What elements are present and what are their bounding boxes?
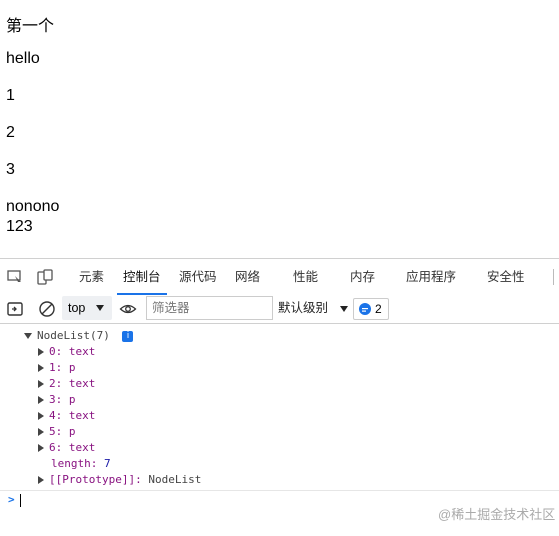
tab-application[interactable]: 应用程序 <box>406 259 456 295</box>
info-icon[interactable]: i <box>122 330 134 342</box>
item-value: text <box>68 345 96 358</box>
item-index: 0: <box>49 345 63 358</box>
list-item[interactable]: 6: text <box>38 440 95 456</box>
watermark: @稀土掘金技术社区 <box>438 507 556 522</box>
issues-badge[interactable]: 2 <box>353 298 389 320</box>
console-toolbar: top 筛选器 默认级别 2 <box>0 295 559 324</box>
devtools-tab-bar: 元素 控制台 源代码 网络 性能 内存 应用程序 安全性 <box>0 258 559 296</box>
list-item[interactable]: 3: p <box>38 392 76 408</box>
tab-memory[interactable]: 内存 <box>350 259 375 295</box>
tab-console[interactable]: 控制台 <box>117 259 166 295</box>
divider <box>0 490 559 491</box>
item-index: 2: <box>49 377 63 390</box>
item-value: p <box>68 361 76 374</box>
prompt-chevron: > <box>8 493 15 506</box>
tab-security[interactable]: 安全性 <box>487 259 525 295</box>
nodelist-header[interactable]: NodeList(7) i <box>24 328 134 344</box>
expand-arrow-icon[interactable] <box>38 444 44 452</box>
log-levels-label: 默认级别 <box>278 301 329 315</box>
length-key: length: <box>51 457 98 470</box>
item-value: p <box>68 425 76 438</box>
console-prompt: > <box>8 492 15 508</box>
expand-arrow-icon[interactable] <box>38 348 44 356</box>
context-selector[interactable]: top <box>62 296 112 320</box>
tab-overflow-divider <box>553 269 554 285</box>
expand-arrow-icon[interactable] <box>38 396 44 404</box>
prototype-key: [[Prototype]]: <box>49 473 142 486</box>
list-item[interactable]: 5: p <box>38 424 76 440</box>
paragraph-7: 123 <box>6 218 33 235</box>
live-expression-eye-icon[interactable] <box>119 300 137 318</box>
chevron-down-icon <box>339 305 348 312</box>
message-count: 2 <box>375 302 382 316</box>
expand-arrow-icon[interactable] <box>38 476 44 484</box>
paragraph-2: hello <box>6 50 40 67</box>
item-index: 4: <box>49 409 63 422</box>
paragraph-1: 第一个 <box>6 18 55 35</box>
expand-arrow-icon[interactable] <box>38 380 44 388</box>
paragraph-4: 2 <box>6 124 15 141</box>
expand-arrow-icon[interactable] <box>38 428 44 436</box>
page-content: 第一个 hello 1 2 3 nonono 123 <box>6 0 546 258</box>
list-item[interactable]: 2: text <box>38 376 95 392</box>
item-value: text <box>68 409 96 422</box>
tab-network[interactable]: 网络 <box>235 259 260 295</box>
expand-arrow-icon[interactable] <box>38 412 44 420</box>
item-value: p <box>68 393 76 406</box>
devtools-panel: 元素 控制台 源代码 网络 性能 内存 应用程序 安全性 top 筛选器 默认级… <box>0 258 559 536</box>
chevron-down-icon <box>96 305 104 311</box>
length-value: 7 <box>103 457 111 470</box>
log-levels-dropdown[interactable]: 默认级别 <box>278 297 348 319</box>
tab-sources[interactable]: 源代码 <box>179 259 217 295</box>
item-index: 1: <box>49 361 63 374</box>
expand-toggle-icon[interactable] <box>24 333 32 339</box>
item-index: 3: <box>49 393 63 406</box>
list-item[interactable]: 0: text <box>38 344 95 360</box>
clear-console-icon[interactable] <box>38 300 56 318</box>
length-property: length: 7 <box>51 456 111 472</box>
inspect-element-icon[interactable] <box>6 268 24 286</box>
item-value: text <box>68 441 96 454</box>
context-value: top <box>68 301 86 315</box>
list-item[interactable]: 4: text <box>38 408 95 424</box>
console-input-caret[interactable] <box>20 494 21 507</box>
device-toolbar-icon[interactable] <box>36 268 54 286</box>
item-index: 6: <box>49 441 63 454</box>
message-icon <box>359 303 371 315</box>
paragraph-6: nonono <box>6 198 60 215</box>
tab-performance[interactable]: 性能 <box>293 259 318 295</box>
paragraph-3: 1 <box>6 87 15 104</box>
filter-input[interactable]: 筛选器 <box>146 296 273 320</box>
nodelist-label: NodeList(7) <box>37 329 110 342</box>
item-value: text <box>68 377 96 390</box>
sidebar-toggle-icon[interactable] <box>6 300 24 318</box>
list-item[interactable]: 1: p <box>38 360 76 376</box>
tab-elements[interactable]: 元素 <box>79 259 104 295</box>
prototype-property[interactable]: [[Prototype]]: NodeList <box>38 472 201 488</box>
prototype-value: NodeList <box>148 473 202 486</box>
paragraph-5: 3 <box>6 161 15 178</box>
expand-arrow-icon[interactable] <box>38 364 44 372</box>
item-index: 5: <box>49 425 63 438</box>
